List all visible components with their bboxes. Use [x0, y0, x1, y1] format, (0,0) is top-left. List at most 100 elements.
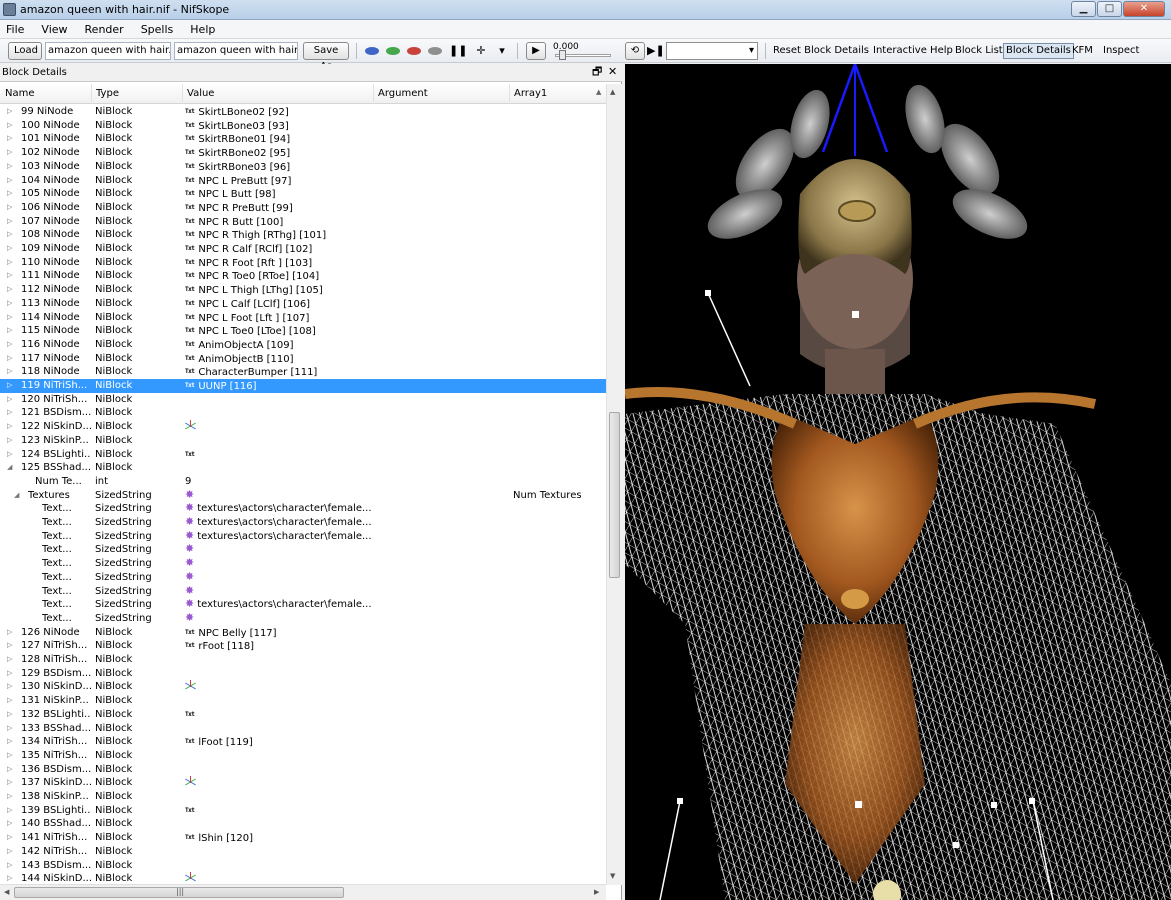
expand-arrow-icon[interactable]: ▷: [7, 406, 12, 420]
column-type[interactable]: Type: [96, 88, 119, 99]
tree-row[interactable]: ▷ 132 BSLighti... NiBlock Txt: [0, 708, 606, 722]
expand-arrow-icon[interactable]: ▷: [7, 132, 12, 146]
tree-row[interactable]: ▷ 102 NiNode NiBlock Txt SkirtRBone02 [95]: [0, 146, 606, 160]
tree-row[interactable]: ▷ 137 NiSkinD... NiBlock: [0, 776, 606, 790]
row-value[interactable]: Txt NPC L Thigh [LThg] [105]: [185, 283, 375, 298]
view-side-icon[interactable]: [407, 47, 421, 55]
tree-row[interactable]: ▷ 119 NiTriSh... NiBlock Txt UUNP [116]: [0, 379, 606, 393]
scroll-left-icon[interactable]: ◀: [4, 888, 9, 896]
row-value[interactable]: Txt SkirtLBone02 [92]: [185, 105, 375, 120]
tree-row[interactable]: ◢ Textures SizedString ✸ Num Textures: [0, 489, 606, 503]
tree-row[interactable]: ▷ 103 NiNode NiBlock Txt SkirtRBone03 [96]: [0, 160, 606, 174]
tree-row[interactable]: ▷ 100 NiNode NiBlock Txt SkirtLBone03 [93]: [0, 119, 606, 133]
row-value[interactable]: Txt NPC Belly [117]: [185, 626, 375, 641]
row-value[interactable]: Txt: [185, 804, 375, 819]
expand-arrow-icon[interactable]: ▷: [7, 201, 12, 215]
tree-row[interactable]: Text... SizedString ✸: [0, 557, 606, 571]
tree-row[interactable]: ▷ 99 NiNode NiBlock Txt SkirtLBone02 [92]: [0, 105, 606, 119]
expand-arrow-icon[interactable]: ▷: [7, 242, 12, 256]
tree-row[interactable]: Num Te... int 9: [0, 475, 606, 489]
row-value[interactable]: ✸: [185, 489, 375, 503]
tree-row[interactable]: ▷ 112 NiNode NiBlock Txt NPC L Thigh [LThg] …: [0, 283, 606, 297]
save-as-button[interactable]: Save As: [303, 42, 349, 72]
tree-row[interactable]: ▷ 140 BSShad... NiBlock: [0, 817, 606, 831]
tree-row[interactable]: Text... SizedString ✸: [0, 543, 606, 557]
menu-spells[interactable]: Spells: [139, 23, 176, 36]
expand-arrow-icon[interactable]: ▷: [7, 667, 12, 681]
tree-row[interactable]: ▷ 129 BSDism... NiBlock: [0, 667, 606, 681]
tree-row[interactable]: ▷ 114 NiNode NiBlock Txt NPC L Foot [Lft ] […: [0, 311, 606, 325]
expand-arrow-icon[interactable]: ▷: [7, 160, 12, 174]
play-button[interactable]: ▶: [526, 42, 546, 60]
menu-view[interactable]: View: [39, 23, 69, 36]
vertical-scrollbar[interactable]: ▲ ▼: [606, 84, 622, 885]
tree-row[interactable]: ▷ 124 BSLighti... NiBlock Txt: [0, 448, 606, 462]
expand-arrow-icon[interactable]: ▷: [7, 776, 12, 790]
expand-arrow-icon[interactable]: ▷: [7, 817, 12, 831]
row-value[interactable]: Txt: [185, 448, 375, 463]
column-value[interactable]: Value: [187, 88, 214, 99]
expand-arrow-icon[interactable]: ▷: [7, 735, 12, 749]
tree-row[interactable]: Text... SizedString ✸ textures\actors\chara…: [0, 598, 606, 612]
row-value[interactable]: Txt rFoot [118]: [185, 639, 375, 654]
row-value[interactable]: Txt lShin [120]: [185, 831, 375, 846]
block-list-toggle[interactable]: Block List: [953, 44, 1005, 58]
collapse-arrow-icon[interactable]: ◢: [7, 461, 12, 475]
expand-arrow-icon[interactable]: ▷: [7, 639, 12, 653]
expand-arrow-icon[interactable]: ▷: [7, 804, 12, 818]
load-button[interactable]: Load: [8, 42, 42, 60]
tree-row[interactable]: Text... SizedString ✸: [0, 612, 606, 626]
minimize-button[interactable]: ▁: [1071, 1, 1096, 17]
row-value[interactable]: Txt NPC R Thigh [RThg] [101]: [185, 228, 375, 243]
float-panel-icon[interactable]: 🗗: [592, 66, 602, 78]
expand-arrow-icon[interactable]: ▷: [7, 831, 12, 845]
tree-row[interactable]: ▷ 133 BSShad... NiBlock: [0, 722, 606, 736]
row-value[interactable]: [185, 420, 375, 434]
row-value[interactable]: Txt NPC R Toe0 [RToe] [104]: [185, 269, 375, 284]
row-value[interactable]: Txt NPC L Foot [Lft ] [107]: [185, 311, 375, 326]
tree-row[interactable]: ▷ 134 NiTriSh... NiBlock Txt lFoot [119]: [0, 735, 606, 749]
animation-select[interactable]: ▾: [666, 42, 758, 60]
expand-arrow-icon[interactable]: ▷: [7, 680, 12, 694]
tree-row[interactable]: ▷ 104 NiNode NiBlock Txt NPC L PreButt [97]: [0, 174, 606, 188]
expand-arrow-icon[interactable]: ▷: [7, 434, 12, 448]
row-value[interactable]: Txt lFoot [119]: [185, 735, 375, 750]
expand-arrow-icon[interactable]: ▷: [7, 324, 12, 338]
render-viewport[interactable]: [625, 64, 1171, 900]
expand-arrow-icon[interactable]: ▷: [7, 338, 12, 352]
row-value[interactable]: Txt SkirtRBone01 [94]: [185, 132, 375, 147]
tree-row[interactable]: Text... SizedString ✸: [0, 571, 606, 585]
expand-arrow-icon[interactable]: ▷: [7, 845, 12, 859]
expand-arrow-icon[interactable]: ▷: [7, 749, 12, 763]
scroll-down-icon[interactable]: ▼: [610, 872, 615, 880]
expand-arrow-icon[interactable]: ▷: [7, 626, 12, 640]
expand-arrow-icon[interactable]: ▷: [7, 297, 12, 311]
tree-row[interactable]: ▷ 121 BSDism... NiBlock: [0, 406, 606, 420]
expand-arrow-icon[interactable]: ▷: [7, 146, 12, 160]
row-value[interactable]: ✸ textures\actors\character\female...: [185, 598, 375, 612]
tree-row[interactable]: ▷ 107 NiNode NiBlock Txt NPC R Butt [100]: [0, 215, 606, 229]
interactive-help-button[interactable]: Interactive Help: [871, 44, 955, 58]
block-details-toggle[interactable]: Block Details: [1003, 43, 1074, 59]
expand-arrow-icon[interactable]: ▷: [7, 708, 12, 722]
expand-arrow-icon[interactable]: ▷: [7, 105, 12, 119]
expand-arrow-icon[interactable]: ▷: [7, 722, 12, 736]
tree-row[interactable]: ▷ 111 NiNode NiBlock Txt NPC R Toe0 [RToe] […: [0, 269, 606, 283]
loop-icon[interactable]: ⟲: [625, 42, 645, 60]
tree-row[interactable]: ▷ 128 NiTriSh... NiBlock: [0, 653, 606, 667]
view-user-icon[interactable]: [428, 47, 442, 55]
tree-row[interactable]: ▷ 106 NiNode NiBlock Txt NPC R PreButt [99]: [0, 201, 606, 215]
tree-row[interactable]: ▷ 130 NiSkinD... NiBlock: [0, 680, 606, 694]
menu-help[interactable]: Help: [188, 23, 217, 36]
expand-arrow-icon[interactable]: ▷: [7, 119, 12, 133]
row-value[interactable]: Txt NPC R Butt [100]: [185, 215, 375, 230]
scroll-right-icon[interactable]: ▶: [594, 888, 599, 896]
chevron-down-icon[interactable]: ▾: [494, 44, 510, 58]
expand-arrow-icon[interactable]: ▷: [7, 256, 12, 270]
vertical-scroll-thumb[interactable]: [609, 412, 620, 578]
row-value[interactable]: Txt NPC L Toe0 [LToe] [108]: [185, 324, 375, 339]
expand-arrow-icon[interactable]: ▷: [7, 215, 12, 229]
row-value[interactable]: Txt NPC R Foot [Rft ] [103]: [185, 256, 375, 271]
tree-row[interactable]: ▷ 110 NiNode NiBlock Txt NPC R Foot [Rft ] […: [0, 256, 606, 270]
expand-arrow-icon[interactable]: ▷: [7, 448, 12, 462]
